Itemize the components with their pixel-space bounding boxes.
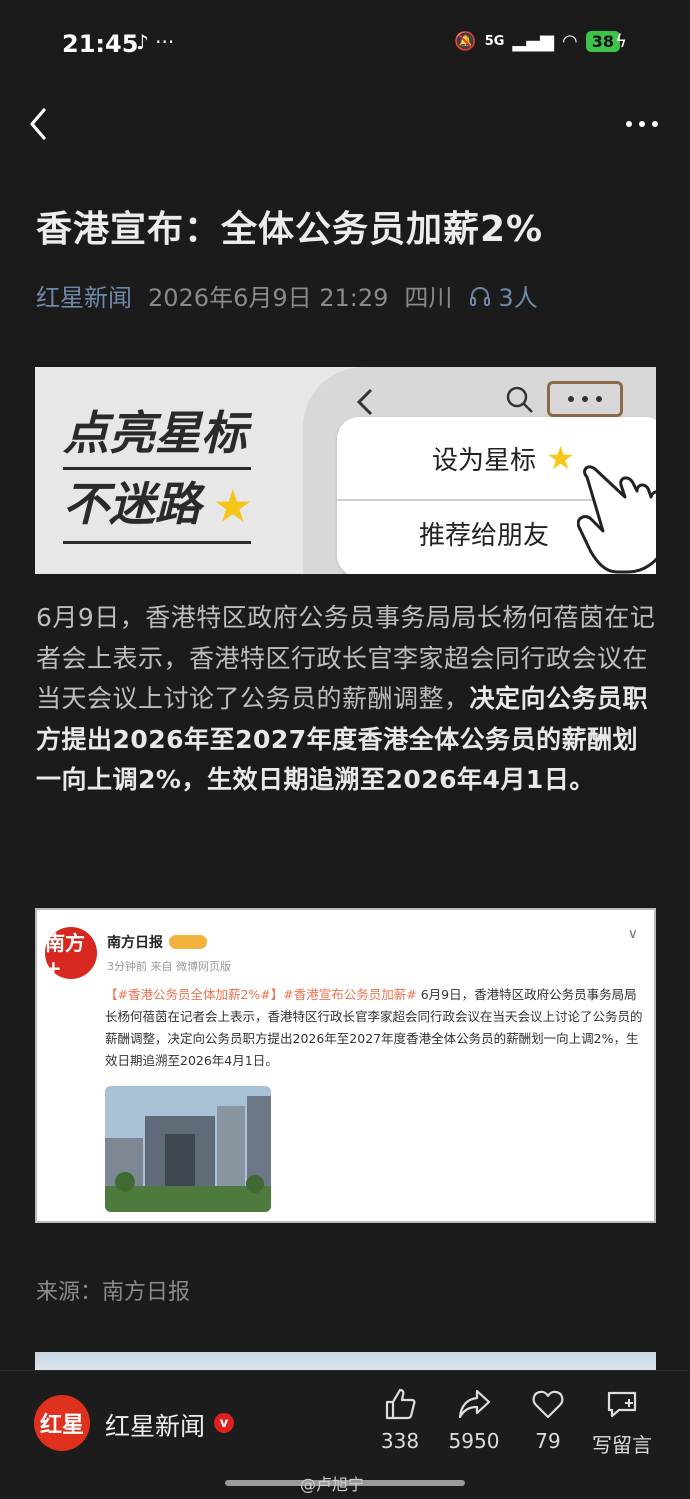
weibo-hashtag-1: 【#香港公务员全体加薪2%#】 bbox=[105, 987, 284, 1002]
banner-more-icon bbox=[568, 396, 602, 402]
publisher-name[interactable]: 红星新闻 bbox=[105, 1407, 205, 1443]
heart-icon bbox=[532, 1390, 564, 1419]
network-label: 5G bbox=[484, 34, 505, 49]
comment-button[interactable]: 写留言 bbox=[587, 1387, 657, 1458]
government-building-image bbox=[105, 1086, 271, 1212]
article-datetime: 2026年6月9日 21:29 bbox=[148, 284, 389, 312]
like-button[interactable]: 338 bbox=[365, 1387, 435, 1453]
banner-more-box bbox=[547, 381, 623, 417]
weibo-post-meta: 3分钟前 来自 微博网页版 bbox=[107, 960, 231, 973]
banner-menu-item-star: 设为星标 ★ bbox=[432, 439, 575, 477]
weibo-watermark: @卢旭宁 bbox=[300, 1475, 365, 1494]
favorite-button[interactable]: 79 bbox=[513, 1387, 583, 1453]
more-options-icon[interactable] bbox=[624, 112, 660, 136]
article-body: 6月9日，香港特区政府公务员事务局局长杨何蓓茵在记者会上表示，香港特区行政长官李… bbox=[36, 598, 658, 801]
favorite-count: 79 bbox=[535, 1429, 561, 1453]
weibo-avatar: 南方+ bbox=[45, 927, 97, 980]
pointing-hand-icon bbox=[577, 465, 656, 574]
embedded-weibo-card[interactable]: 南方+ 南方日报 3分钟前 来自 微博网页版 ∨ 【#香港公务员全体加薪2%#】… bbox=[35, 908, 656, 1223]
status-time: 21:45 bbox=[62, 30, 139, 58]
share-arrow-icon bbox=[458, 1389, 491, 1419]
star-banner[interactable]: 点亮星标 不迷路 ★ 设为星标 ★ 推荐给朋友 bbox=[35, 367, 656, 574]
banner-menu-card: 设为星标 ★ 推荐给朋友 bbox=[337, 417, 656, 574]
like-count: 338 bbox=[380, 1429, 420, 1453]
chevron-down-icon: ∨ bbox=[627, 926, 638, 942]
charging-icon: ϟ bbox=[615, 31, 627, 52]
banner-line-2: 不迷路 ★ bbox=[63, 470, 251, 544]
wifi-icon: ◠ bbox=[562, 31, 578, 52]
next-image-peek bbox=[35, 1352, 656, 1372]
weibo-member-badge bbox=[169, 935, 207, 949]
status-right-icons: 🔕 5G ▂▄▆ ◠ 38 bbox=[454, 31, 620, 52]
article-credit: 来源：南方日报 bbox=[36, 1280, 191, 1305]
weibo-photo bbox=[105, 1086, 271, 1212]
share-count: 5950 bbox=[448, 1429, 500, 1453]
banner-back-icon bbox=[356, 388, 373, 416]
menu-star-icon: ★ bbox=[536, 439, 575, 477]
signal-icon: ▂▄▆ bbox=[512, 31, 555, 52]
article-location: 四川 bbox=[404, 284, 453, 312]
comment-plus-icon bbox=[607, 1391, 637, 1418]
listeners-count: 3人 bbox=[498, 284, 538, 312]
weibo-hashtag-2: #香港宣布公务员加薪# bbox=[283, 987, 417, 1002]
article-source-link[interactable]: 红星新闻 bbox=[36, 278, 132, 313]
article-meta: 红星新闻 2026年6月9日 21:29 四川 3人 bbox=[36, 278, 538, 313]
comment-label: 写留言 bbox=[592, 1433, 652, 1457]
share-button[interactable]: 5950 bbox=[439, 1387, 509, 1453]
thumbs-up-icon bbox=[385, 1388, 416, 1420]
weibo-post-text: 【#香港公务员全体加薪2%#】#香港宣布公务员加薪# 6月9日，香港特区政府公务… bbox=[105, 984, 645, 1072]
verified-icon: v bbox=[214, 1413, 234, 1433]
back-icon[interactable] bbox=[22, 104, 62, 144]
banner-search-icon bbox=[506, 386, 533, 413]
banner-menu-item-recommend: 推荐给朋友 bbox=[419, 521, 550, 551]
headphones-icon bbox=[470, 286, 491, 306]
listen-button[interactable]: 3人 bbox=[468, 278, 538, 313]
mute-icon: 🔕 bbox=[454, 31, 477, 52]
star-icon: ★ bbox=[201, 483, 251, 530]
banner-line-1: 点亮星标 bbox=[63, 399, 251, 470]
article-title: 香港宣布：全体公务员加薪2% bbox=[36, 209, 544, 250]
status-notification-icons: ♪ ··· bbox=[136, 30, 175, 54]
banner-slogan: 点亮星标 不迷路 ★ bbox=[63, 399, 251, 544]
publisher-avatar[interactable]: 红星 bbox=[34, 1395, 90, 1451]
weibo-author-name: 南方日报 bbox=[107, 935, 163, 951]
